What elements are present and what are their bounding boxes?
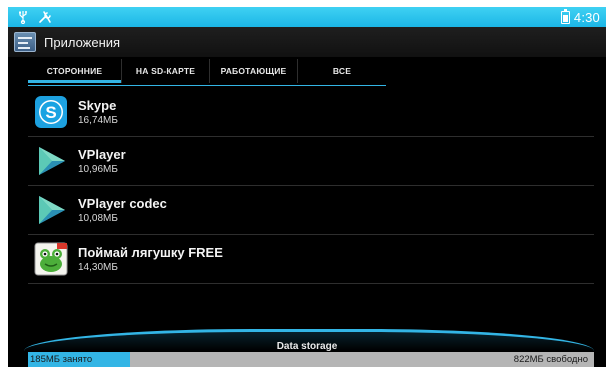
app-size: 10,08МБ [78,213,118,224]
tab-underline [28,85,386,86]
app-name: VPlayer codec [78,196,167,211]
storage-used-label: 185МБ занято [30,354,93,365]
tab-all[interactable]: ВСЕ [298,59,386,83]
storage-bar: 185МБ занято 822МБ свободно [28,352,594,367]
app-name: VPlayer [78,147,126,162]
storage-free-label: 822МБ свободно [513,354,588,365]
app-name: Skype [78,98,117,113]
svg-text:S: S [45,103,56,122]
list-item[interactable]: VPlayer codec 10,08МБ [28,186,594,235]
tab-third-party[interactable]: СТОРОННИЕ [28,59,122,83]
tab-sd-card[interactable]: НА SD-КАРТЕ [122,59,210,83]
app-size: 10,96МБ [78,164,118,175]
app-size: 16,74МБ [78,115,118,126]
status-bar: 4:30 [8,7,606,27]
battery-icon [560,8,570,24]
app-size: 14,30МБ [78,262,118,273]
status-right: 4:30 [560,8,600,26]
list-item[interactable]: Поймай лягушку FREE 14,30МБ [28,235,594,284]
app-list: S Skype 16,74МБ VPlayer 10,96МБ VPlayer … [28,88,594,284]
vplayer-icon [39,147,65,175]
device-screen: 4:30 Приложения СТОРОННИЕ НА SD-КАРТЕ РА… [8,7,606,367]
frog-game-icon [34,242,68,276]
storage-title: Data storage [276,341,338,352]
tab-running[interactable]: РАБОТАЮЩИЕ [210,59,298,83]
skype-icon: S [35,96,67,128]
list-item[interactable]: VPlayer 10,96МБ [28,137,594,186]
clock: 4:30 [573,9,600,25]
vplayer-codec-icon [39,196,65,224]
app-name: Поймай лягушку FREE [78,245,223,260]
usb-icon [19,11,27,24]
page-title: Приложения [44,34,121,50]
app-manager-icon[interactable] [14,32,36,52]
tab-bar: СТОРОННИЕ НА SD-КАРТЕ РАБОТАЮЩИЕ ВСЕ [28,59,594,83]
list-item[interactable]: S Skype 16,74МБ [28,88,594,137]
tools-icon [39,11,51,23]
action-bar: Приложения [8,27,606,57]
